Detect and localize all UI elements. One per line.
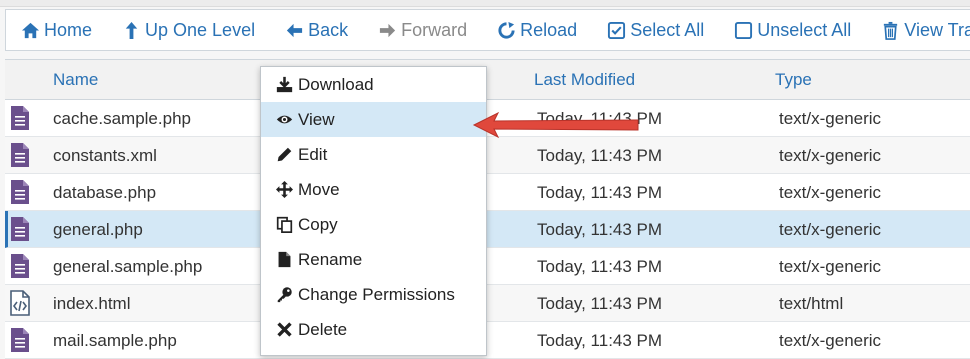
x-icon <box>277 322 292 337</box>
file-name[interactable]: database.php <box>53 183 156 203</box>
menu-item-delete[interactable]: Delete <box>261 312 486 347</box>
menu-item-view-label: View <box>298 109 335 129</box>
file-name[interactable]: general.sample.php <box>53 257 202 277</box>
up-one-level-label: Up One Level <box>145 19 256 40</box>
column-header-type[interactable]: Type <box>775 70 812 90</box>
file-type: text/x-generic <box>779 183 882 202</box>
view-trash-button[interactable]: View Trash <box>866 10 970 50</box>
download-icon <box>276 76 293 93</box>
file-manager-toolbar: Home Up One Level Back Forward Reload Se… <box>5 9 970 51</box>
checkbox-empty-icon <box>735 21 753 39</box>
menu-item-move[interactable]: Move <box>261 172 486 207</box>
php-file-icon <box>9 105 31 131</box>
file-table: Name Last Modified Type cache.sample.php… <box>5 59 970 359</box>
view-trash-label: View Trash <box>904 19 970 40</box>
file-modified: Today, 11:43 PM <box>537 146 663 165</box>
up-one-level-button[interactable]: Up One Level <box>107 10 270 50</box>
back-label: Back <box>308 19 349 40</box>
file-type: text/x-generic <box>779 257 882 276</box>
menu-item-move-label: Move <box>298 179 340 199</box>
file-modified: Today, 11:43 PM <box>537 183 663 202</box>
generic-file-icon <box>9 142 31 168</box>
trash-icon <box>884 21 898 40</box>
php-file-icon <box>9 216 31 242</box>
reload-label: Reload <box>520 19 578 40</box>
table-row[interactable]: mail.sample.php Today, 11:43 PM text/x-gen… <box>5 322 970 359</box>
php-file-icon <box>9 253 31 279</box>
forward-label: Forward <box>401 19 468 40</box>
pencil-icon <box>277 147 292 162</box>
file-name[interactable]: cache.sample.php <box>53 109 191 129</box>
arrow-right-icon <box>380 23 396 37</box>
menu-item-download-label: Download <box>298 74 374 94</box>
file-name[interactable]: constants.xml <box>53 146 157 166</box>
column-header-name[interactable]: Name <box>53 70 98 90</box>
menu-item-view[interactable]: View <box>261 102 486 137</box>
context-menu: Download View Edit Move Copy Rename Chan… <box>260 66 487 356</box>
menu-item-rename-label: Rename <box>298 249 363 269</box>
menu-item-change-permissions[interactable]: Change Permissions <box>261 277 486 312</box>
forward-button[interactable]: Forward <box>363 10 482 50</box>
menu-item-change-permissions-label: Change Permissions <box>298 284 455 304</box>
file-type: text/html <box>779 294 844 313</box>
reload-icon <box>498 21 515 39</box>
menu-item-copy[interactable]: Copy <box>261 207 486 242</box>
select-all-label: Select All <box>630 19 705 40</box>
key-icon <box>277 287 292 303</box>
file-modified: Today, 11:43 PM <box>537 294 663 313</box>
file-modified: Today, 11:43 PM <box>537 331 663 350</box>
checkbox-checked-icon <box>608 21 626 39</box>
unselect-all-button[interactable]: Unselect All <box>719 10 866 50</box>
move-arrows-icon <box>276 181 293 198</box>
file-type: text/x-generic <box>779 220 882 239</box>
menu-item-download[interactable]: Download <box>261 67 486 102</box>
file-modified: Today, 11:43 PM <box>537 220 663 239</box>
eye-icon <box>276 115 293 124</box>
reload-button[interactable]: Reload <box>482 10 592 50</box>
table-header: Name Last Modified Type <box>5 60 970 100</box>
menu-item-edit-label: Edit <box>298 144 328 164</box>
top-strip <box>0 0 970 7</box>
menu-item-edit[interactable]: Edit <box>261 137 486 172</box>
table-row[interactable]: database.php Today, 11:43 PM text/x-generi… <box>5 174 970 211</box>
menu-item-delete-label: Delete <box>298 319 348 339</box>
file-type: text/x-generic <box>779 109 882 128</box>
arrow-left-icon <box>286 23 303 37</box>
home-icon <box>21 22 40 38</box>
table-row[interactable]: general.php Today, 11:43 PM text/x-generic <box>5 211 970 248</box>
html-file-icon <box>9 290 31 316</box>
home-label: Home <box>44 19 93 40</box>
file-type: text/x-generic <box>779 146 882 165</box>
back-button[interactable]: Back <box>270 10 363 50</box>
file-name[interactable]: index.html <box>53 294 130 314</box>
unselect-all-label: Unselect All <box>757 19 852 40</box>
table-row[interactable]: constants.xml Today, 11:43 PM text/x-gener… <box>5 137 970 174</box>
annotation-arrow <box>472 111 639 139</box>
file-modified: Today, 11:43 PM <box>537 257 663 276</box>
file-icon <box>278 251 291 268</box>
php-file-icon <box>9 327 31 353</box>
level-up-icon <box>125 21 138 39</box>
php-file-icon <box>9 179 31 205</box>
column-header-last-modified[interactable]: Last Modified <box>534 70 635 90</box>
menu-item-copy-label: Copy <box>298 214 338 234</box>
select-all-button[interactable]: Select All <box>592 10 719 50</box>
table-row[interactable]: index.html Today, 11:43 PM text/html <box>5 285 970 322</box>
table-row[interactable]: general.sample.php Today, 11:43 PM text/x-… <box>5 248 970 285</box>
file-name[interactable]: mail.sample.php <box>53 331 177 351</box>
menu-item-rename[interactable]: Rename <box>261 242 486 277</box>
file-name[interactable]: general.php <box>53 220 143 240</box>
copy-icon <box>276 216 293 233</box>
home-button[interactable]: Home <box>6 10 107 50</box>
file-type: text/x-generic <box>779 331 882 350</box>
